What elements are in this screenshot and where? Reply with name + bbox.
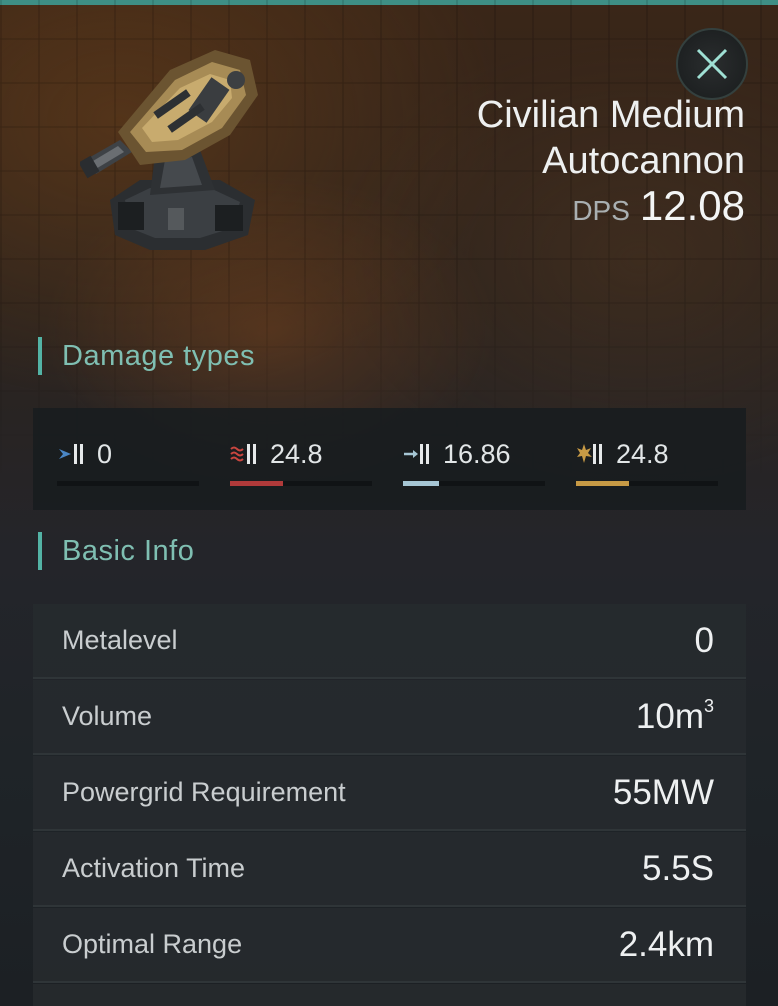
item-name-line1: Civilian Medium <box>476 94 745 136</box>
thermal-damage-value: 24.8 <box>270 438 323 469</box>
damage-types-panel: 0 24.8 16.86 24.8 <box>33 408 746 510</box>
info-value: 2.4km <box>618 924 714 964</box>
damage-kinetic: 16.86 <box>403 436 545 488</box>
section-accent-bar <box>38 337 42 375</box>
basic-info-table: Metalevel 0 Volume 10m3 Powergrid Requir… <box>33 604 746 1006</box>
item-name-line2: Autocannon <box>542 140 745 182</box>
info-row-powergrid: Powergrid Requirement 55MW <box>33 756 746 831</box>
damage-explosive: 24.8 <box>576 436 718 488</box>
info-row-optimal-range: Optimal Range 2.4km <box>33 908 746 983</box>
basic-info-title: Basic Info <box>62 534 195 567</box>
dps-label: DPS <box>572 195 630 226</box>
info-label: Activation Time <box>62 853 246 883</box>
close-button[interactable] <box>676 28 748 100</box>
explosive-damage-bar <box>576 481 718 486</box>
info-row-partial <box>33 984 746 1006</box>
info-label: Optimal Range <box>62 929 243 959</box>
damage-em: 0 <box>57 436 199 488</box>
section-accent-bar <box>38 532 42 570</box>
item-title-block: Civilian Medium Autocannon DPS 12.08 <box>477 92 745 230</box>
info-value: 10m3 <box>635 696 714 736</box>
damage-types-title: Damage types <box>62 339 255 372</box>
info-row-volume: Volume 10m3 <box>33 680 746 755</box>
dps-row: DPS 12.08 <box>477 182 745 230</box>
close-icon <box>696 48 728 80</box>
info-value: 0 <box>694 620 714 660</box>
thermal-damage-icon <box>230 444 256 464</box>
autocannon-turret-image <box>78 40 280 255</box>
damage-thermal: 24.8 <box>230 436 372 488</box>
info-value: 5.5S <box>642 848 714 888</box>
em-damage-bar <box>57 481 199 486</box>
damage-types-header: Damage types <box>38 336 255 376</box>
kinetic-damage-icon <box>404 444 429 464</box>
info-label: Powergrid Requirement <box>62 777 346 807</box>
basic-info-header: Basic Info <box>38 531 194 571</box>
kinetic-damage-bar <box>403 481 545 486</box>
em-damage-icon <box>59 444 83 464</box>
info-label: Metalevel <box>62 625 178 655</box>
info-label: Volume <box>62 701 153 731</box>
info-row-activation-time: Activation Time 5.5S <box>33 832 746 907</box>
explosive-damage-value: 24.8 <box>616 438 669 469</box>
info-value: 55MW <box>612 772 714 812</box>
em-damage-value: 0 <box>97 438 113 469</box>
dps-value: 12.08 <box>639 182 745 229</box>
thermal-damage-bar <box>230 481 372 486</box>
kinetic-damage-value: 16.86 <box>443 438 511 469</box>
info-row-metalevel: Metalevel 0 <box>33 604 746 679</box>
explosive-damage-icon <box>577 444 602 464</box>
